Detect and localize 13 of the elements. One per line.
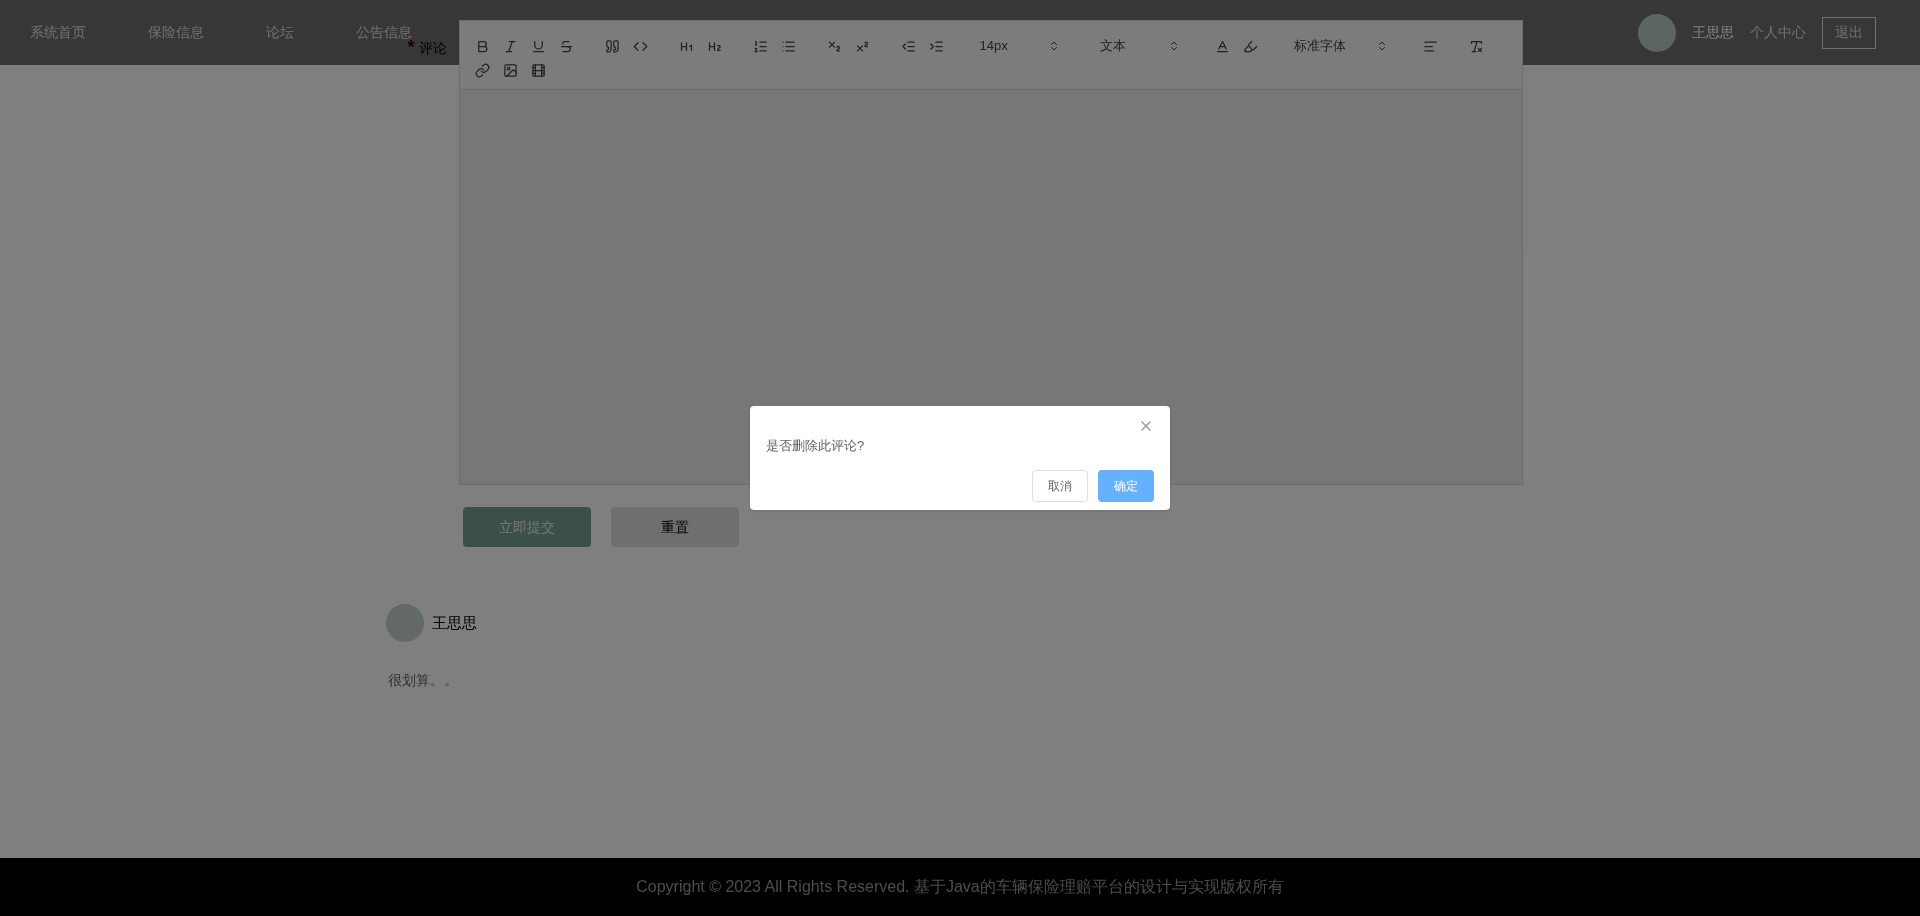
dialog-message: 是否删除此评论? [766,437,866,456]
reset-button[interactable]: 重置 [610,507,739,547]
comment-text: 很划算。。 [387,671,459,690]
comment-author: 王思思 [431,612,477,633]
cancel-button[interactable]: 取消 [1032,469,1088,502]
copyright-text: Copyright © 2023 All Rights Reserved. 基于Java的车辆保险理赔平台的设计与实现版权所有 [636,877,1284,897]
avatar [385,604,424,642]
toolbar-select[interactable]: 标准字体 [1285,35,1396,57]
required-asterisk: * [407,37,415,57]
avatar [1638,13,1676,52]
toolbar-select[interactable]: 14px [971,35,1068,57]
confirm-button[interactable]: 确定 [1098,469,1154,502]
toolbar-select[interactable]: 文本 [1091,35,1188,57]
